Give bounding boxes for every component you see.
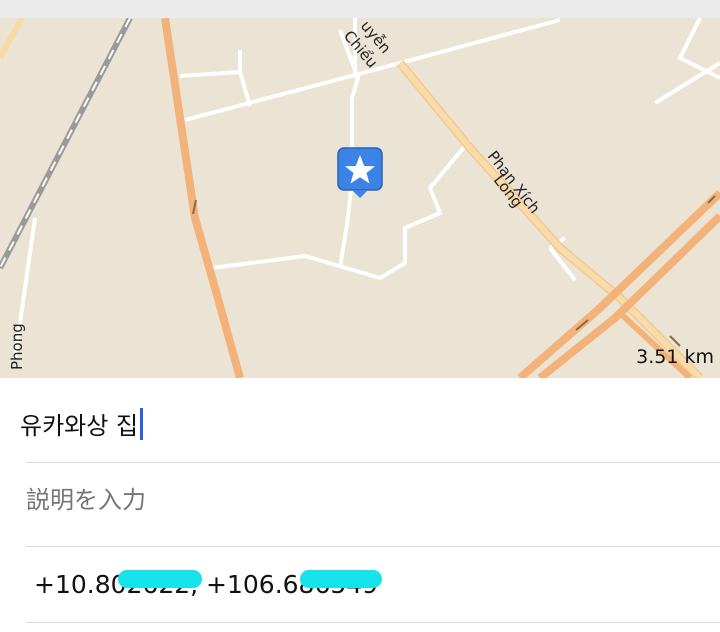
divider [26,462,720,463]
secondary-road-left [0,18,25,60]
map-canvas: uyễn Chiểu Phan Xích Long Phong [0,18,720,378]
map-scale-label: 3.51 km [636,346,714,368]
street-label: Phong [8,323,26,370]
map-view[interactable]: uyễn Chiểu Phan Xích Long Phong 3.51 km [0,18,720,378]
divider [26,622,720,623]
location-form: 유카와상 집 +10.802622, +106.686549 [0,378,720,632]
name-field[interactable]: 유카와상 집 [20,406,144,441]
description-input[interactable] [26,486,626,514]
name-value: 유카와상 집 [20,412,139,440]
divider [26,546,720,547]
redaction-mark [300,570,382,588]
text-cursor [140,407,144,440]
star-pin-icon[interactable] [337,147,383,198]
redaction-mark [118,570,202,588]
top-bar [0,0,720,19]
